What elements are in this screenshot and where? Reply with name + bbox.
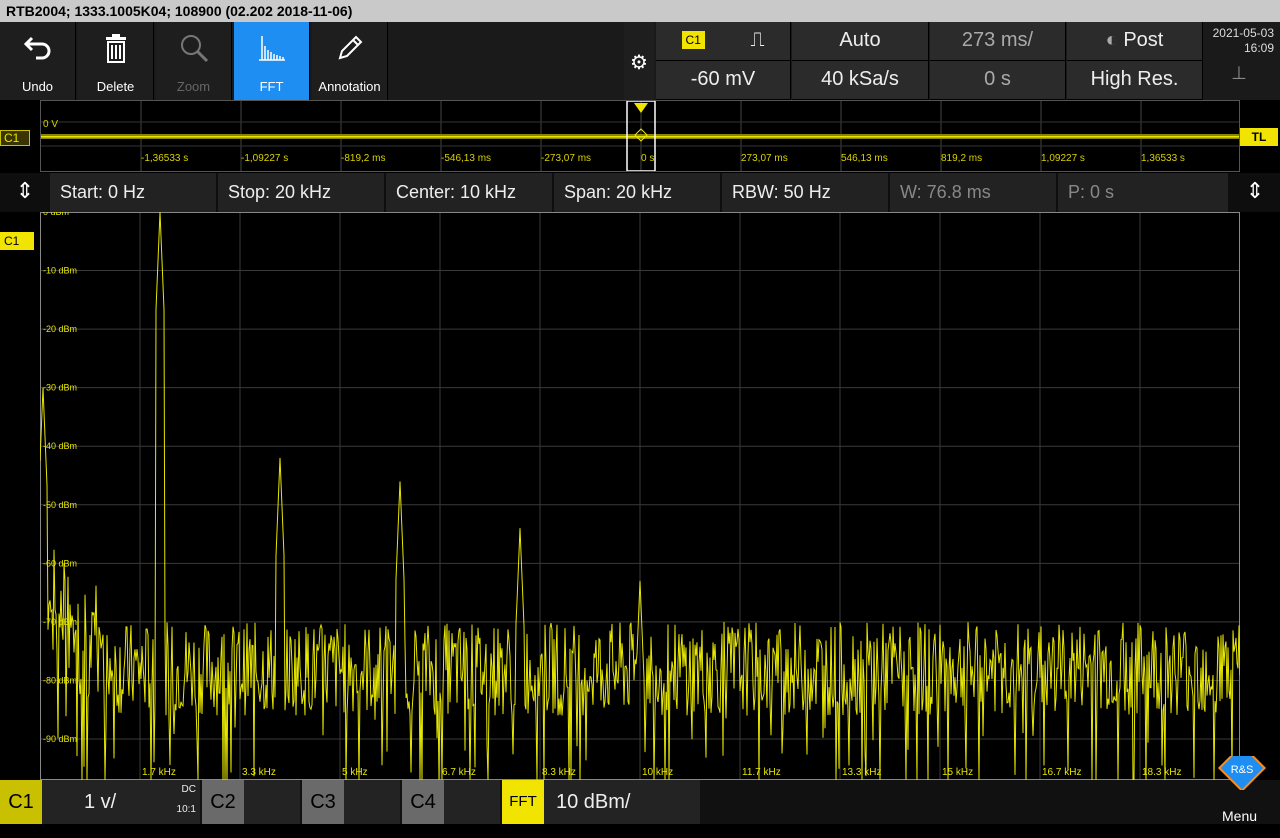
date-label: 2021-05-03 [1204, 26, 1274, 41]
fft-window[interactable]: W: 76.8 ms [890, 173, 1058, 212]
x-tick-label: 1.7 kHz [142, 767, 176, 778]
overview-tick-label: -1,09227 s [241, 153, 288, 164]
channel2-settings[interactable] [244, 780, 300, 824]
channel2-button[interactable]: C2 [202, 780, 244, 824]
overview-tick-label: 273,07 ms [741, 153, 788, 164]
overview-tick-label: 1,09227 s [1041, 153, 1085, 164]
overview-tick-label: -546,13 ms [441, 153, 491, 164]
y-tick-label: -20 dBm [43, 324, 77, 334]
window-title: RTB2004; 1333.1005K04; 108900 (02.202 20… [0, 0, 1280, 22]
y-tick-label: -60 dBm [43, 558, 77, 568]
overview-strip[interactable]: 0 V -1,36533 s -1,09227 s -819,2 ms -546,13… [40, 100, 1240, 172]
x-tick-label: 18.3 kHz [1142, 767, 1181, 778]
rs-logo-icon: R&S [1212, 756, 1272, 790]
undo-label: Undo [0, 79, 75, 94]
fft-start[interactable]: Start: 0 Hz [50, 173, 218, 212]
menu-label: Menu [1222, 794, 1257, 838]
overview-tick-label: 1,36533 s [1141, 153, 1185, 164]
rising-edge-icon: ⎍ [750, 22, 764, 58]
channel1-button[interactable]: C1 [0, 780, 42, 824]
fft-parameter-bar: ⇕ Start: 0 Hz Stop: 20 kHz Center: 10 kH… [0, 173, 1280, 212]
bottom-bar: C1 1 v/ DC 10:1 C2 C3 C4 FFT 10 dBm/ R&S… [0, 780, 1280, 824]
x-tick-label: 3.3 kHz [242, 767, 276, 778]
time-label: 16:09 [1204, 41, 1274, 56]
fft-rbw[interactable]: RBW: 50 Hz [722, 173, 890, 212]
trigger-position-marker [634, 103, 648, 113]
scroll-left-icon[interactable]: ⇕ [0, 173, 50, 212]
fft-label: FFT [234, 79, 309, 94]
trigger-settings-button[interactable]: ⚙ [624, 22, 654, 100]
fft-center[interactable]: Center: 10 kHz [386, 173, 554, 212]
trigger-level-marker[interactable]: TL [1240, 128, 1278, 146]
delete-button[interactable]: Delete [78, 22, 154, 100]
fft-plot[interactable]: 0 dBm -10 dBm -20 dBm -30 dBm -40 dBm -50 dBm… [40, 212, 1240, 780]
channel4-button[interactable]: C4 [402, 780, 444, 824]
channel1-scale: 1 v/ [84, 780, 116, 824]
toolbar: Undo Delete Zoom FFT Annotation ⚙ C1 [0, 22, 1280, 100]
channel1-settings[interactable]: 1 v/ DC 10:1 [42, 780, 200, 824]
gear-icon: ⚙ [630, 50, 648, 75]
fft-position[interactable]: P: 0 s [1058, 173, 1230, 212]
y-tick-label: -30 dBm [43, 383, 77, 393]
horizontal-position[interactable]: 0 s [930, 61, 1066, 100]
overview-tick-label: 0 s [641, 153, 654, 164]
x-tick-label: 6.7 kHz [442, 767, 476, 778]
trigger-source-cell[interactable]: C1 ⎍ [656, 22, 791, 61]
zoom-label: Zoom [156, 79, 231, 94]
fft-stop[interactable]: Stop: 20 kHz [218, 173, 386, 212]
fft-channel-button[interactable]: FFT [502, 780, 544, 824]
fft-chart: 0 dBm -10 dBm -20 dBm -30 dBm -40 dBm -50 dBm… [40, 212, 1240, 780]
y-tick-label: -80 dBm [43, 675, 77, 685]
y-tick-label: -90 dBm [43, 734, 77, 744]
annotation-button[interactable]: Annotation [312, 22, 388, 100]
undo-icon [22, 32, 54, 64]
sample-rate[interactable]: 40 kSa/s [792, 61, 929, 100]
overview-tick-label: 819,2 ms [941, 153, 982, 164]
pencil-icon [334, 32, 366, 64]
annotation-label: Annotation [312, 79, 387, 94]
overview-tick-label: -273,07 ms [541, 153, 591, 164]
fft-button[interactable]: FFT [234, 22, 310, 100]
channel3-settings[interactable] [344, 780, 400, 824]
trigger-source-badge: C1 [682, 31, 705, 49]
fft-span[interactable]: Span: 20 kHz [554, 173, 722, 212]
run-icon: ◐ [1106, 29, 1118, 51]
y-tick-label: -40 dBm [43, 441, 77, 451]
y-tick-label: -50 dBm [43, 500, 77, 510]
overview-level-label: 0 V [43, 119, 58, 130]
menu-button[interactable]: R&S Menu [1204, 780, 1280, 824]
svg-text:R&S: R&S [1231, 764, 1254, 776]
overview-tick-label: -1,36533 s [141, 153, 188, 164]
post-label: Post [1123, 29, 1163, 51]
x-tick-label: 16.7 kHz [1042, 767, 1081, 778]
channel1-probe: 10:1 [177, 788, 196, 832]
run-post-button[interactable]: ◐ Post [1067, 22, 1203, 61]
fft-scale[interactable]: 10 dBm/ [544, 780, 700, 824]
trigger-mode[interactable]: Auto [792, 22, 929, 61]
datetime: 2021-05-03 16:09 ⊥ [1204, 22, 1280, 100]
fft-icon [256, 32, 288, 64]
channel4-settings[interactable] [444, 780, 500, 824]
overview-tick-label: -819,2 ms [341, 153, 385, 164]
scroll-right-icon[interactable]: ⇕ [1230, 173, 1280, 212]
network-icon: ⊥ [1204, 66, 1274, 81]
zoom-button[interactable]: Zoom [156, 22, 232, 100]
undo-button[interactable]: Undo [0, 22, 76, 100]
y-tick-label: 0 dBm [43, 212, 69, 217]
channel3-button[interactable]: C3 [302, 780, 344, 824]
trigger-level[interactable]: -60 mV [656, 61, 791, 100]
overview-waveform-center [41, 136, 1239, 138]
fft-channel-marker[interactable]: C1 [0, 232, 34, 250]
y-tick-label: -10 dBm [43, 266, 77, 276]
x-tick-label: 15 kHz [942, 767, 973, 778]
trash-icon [100, 32, 132, 64]
timebase[interactable]: 273 ms/ [930, 22, 1066, 61]
acquisition-mode[interactable]: High Res. [1067, 61, 1203, 100]
zoom-icon [178, 32, 210, 64]
delete-label: Delete [78, 79, 153, 94]
overview-channel-marker[interactable]: C1 [0, 130, 30, 146]
x-tick-label: 11.7 kHz [742, 767, 781, 778]
overview-tick-label: 546,13 ms [841, 153, 888, 164]
